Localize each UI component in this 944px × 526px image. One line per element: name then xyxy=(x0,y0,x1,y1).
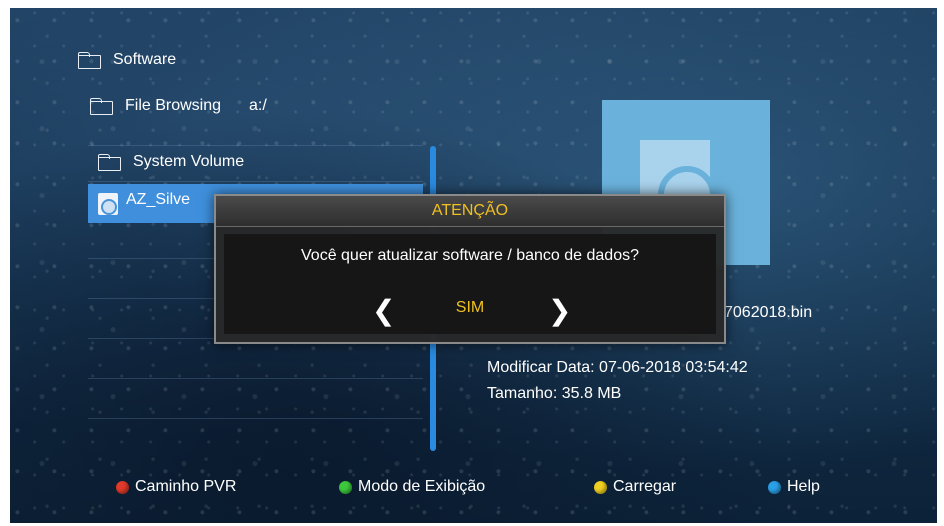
current-path: a:/ xyxy=(249,97,267,114)
list-item[interactable]: System Volume xyxy=(98,153,244,171)
disc-file-icon xyxy=(98,193,118,215)
red-button-label: Caminho PVR xyxy=(135,478,237,495)
dialog-title: ATENÇÃO xyxy=(431,202,509,219)
list-divider xyxy=(88,145,423,146)
chevron-right-icon[interactable]: ❯ xyxy=(548,294,571,327)
selected-item-label: AZ_Silve xyxy=(126,191,191,208)
file-name: 7062018.bin xyxy=(724,304,813,321)
breadcrumb-browse: File Browsing a:/ xyxy=(90,97,267,115)
list-item-label: System Volume xyxy=(133,153,245,170)
blue-button-help[interactable]: Help xyxy=(768,478,820,496)
folder-icon xyxy=(90,97,114,115)
green-dot-icon xyxy=(339,480,352,494)
breadcrumb-root: Software xyxy=(78,51,176,69)
browse-label: File Browsing xyxy=(125,97,222,114)
red-dot-icon xyxy=(116,480,129,494)
dialog-body: Você quer atualizar software / banco de … xyxy=(224,234,716,334)
dialog-title-bar: ATENÇÃO xyxy=(216,196,724,227)
yellow-button-label: Carregar xyxy=(613,478,677,495)
blue-button-label: Help xyxy=(787,478,820,495)
footer-bar: Caminho PVR Modo de Exibição Carregar He… xyxy=(10,478,937,508)
folder-icon xyxy=(78,51,102,69)
list-divider xyxy=(88,418,423,419)
breadcrumb-root-label: Software xyxy=(113,51,177,68)
green-button-view-mode[interactable]: Modo de Exibição xyxy=(339,478,485,496)
yellow-dot-icon xyxy=(594,480,607,494)
file-modified-date: Modificar Data: 07-06-2018 03:54:42 xyxy=(487,359,748,376)
yellow-button-load[interactable]: Carregar xyxy=(594,478,676,496)
dialog-option-value[interactable]: SIM xyxy=(224,299,716,317)
tv-screen: Software File Browsing a:/ System Volume… xyxy=(10,8,937,523)
list-divider xyxy=(88,378,423,379)
green-button-label: Modo de Exibição xyxy=(358,478,486,495)
blue-dot-icon xyxy=(768,480,781,494)
confirm-dialog: ATENÇÃO Você quer atualizar software / b… xyxy=(214,194,726,344)
file-size: Tamanho: 35.8 MB xyxy=(487,385,622,402)
folder-icon xyxy=(98,153,122,171)
red-button-pvr-path[interactable]: Caminho PVR xyxy=(116,478,236,496)
list-divider xyxy=(88,181,423,182)
dialog-message: Você quer atualizar software / banco de … xyxy=(301,247,639,264)
